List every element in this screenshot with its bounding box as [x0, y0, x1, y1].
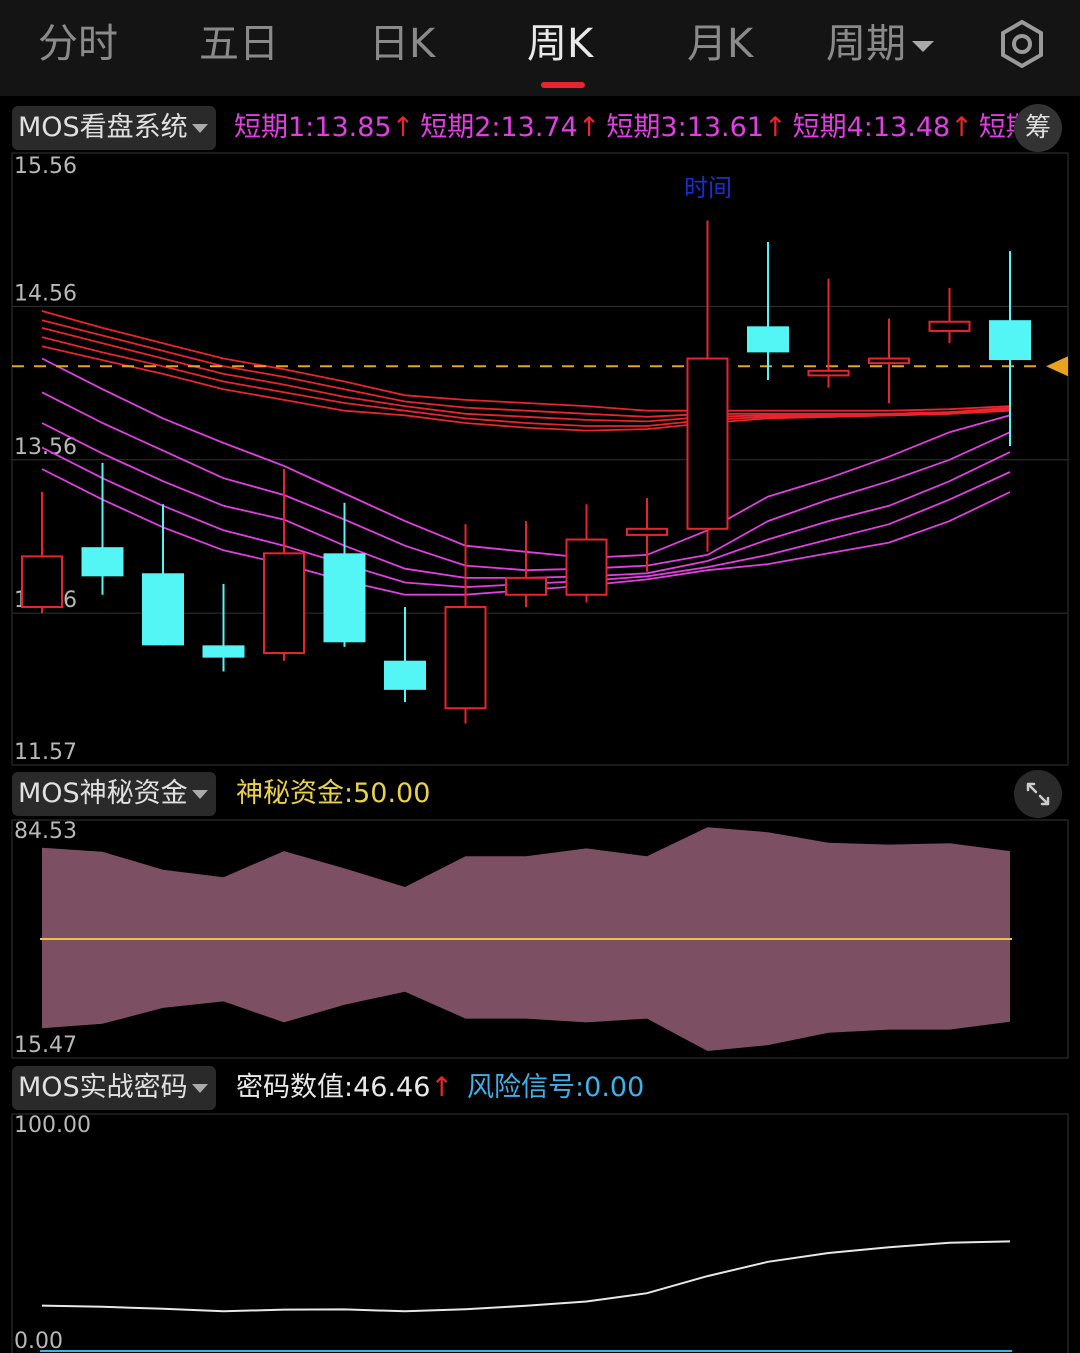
code-value: 46.46	[353, 1072, 431, 1103]
legend-value-2: 13.74	[500, 112, 578, 143]
y-tick-label: 84.53	[14, 819, 77, 844]
y-tick-label: 12.56	[14, 588, 77, 613]
tab-monthly-k[interactable]: 月K	[687, 18, 753, 70]
y-tick-label: 11.57	[14, 740, 77, 765]
red-ma-line-5	[41, 345, 1011, 432]
fund-band-area	[42, 827, 1010, 1051]
chart-annotation: 时间	[684, 174, 732, 202]
fund-indicator-header: MOS神秘资金 神秘资金:50.00	[0, 766, 1080, 822]
red-ma-line-1	[41, 310, 1011, 412]
ma-legend: 短期1:13.85↑ 短期2:13.74↑ 短期3:13.61↑ 短期4:13.48↑…	[234, 108, 1050, 148]
main-indicator-selector[interactable]: MOS看盘系统	[12, 106, 216, 150]
period-dropdown-label: 周期	[826, 21, 906, 67]
settings-gear-icon[interactable]	[996, 18, 1048, 70]
magenta-ma-line-2	[41, 391, 1011, 572]
legend-value-1: 13.85	[314, 112, 392, 143]
legend-value-4: 13.48	[872, 112, 951, 143]
current-price-marker-icon	[1046, 356, 1068, 377]
candle-body-down	[989, 320, 1031, 361]
risk-signal-value: 0.00	[584, 1072, 645, 1103]
fund-legend-label: 神秘资金:	[236, 778, 354, 809]
up-arrow-icon: ↑	[577, 112, 601, 143]
candle-body-down	[747, 326, 789, 353]
code-indicator-name: MOS实战密码	[18, 1072, 188, 1103]
y-tick-label: 0.00	[14, 1329, 63, 1353]
magenta-ma-line-3	[41, 422, 1011, 579]
code-legend: 密码数值:46.46↑ 风险信号:0.00	[236, 1068, 644, 1108]
red-ma-line-3	[41, 327, 1011, 423]
stock-chart: 15.56 14.56 13.56 12.56 11.57 84.53 15.47 100.0…	[11, 152, 1069, 1353]
main-chart-frame	[11, 152, 1069, 766]
active-tab-indicator	[541, 82, 585, 88]
up-arrow-icon: ↑	[763, 112, 787, 143]
legend-label-2: 短期2:	[420, 112, 501, 143]
candle-body-up	[686, 357, 729, 530]
candle-body-up	[868, 357, 910, 365]
chevron-down-icon	[912, 40, 934, 52]
y-tick-label: 13.56	[14, 435, 77, 460]
tab-period-dropdown[interactable]: 周期	[826, 18, 934, 70]
candle-body-down	[384, 660, 426, 690]
red-ma-line-2	[41, 319, 1011, 418]
code-indicator-selector[interactable]: MOS实战密码	[12, 1066, 216, 1110]
code-chart-frame	[11, 1113, 1069, 1353]
code-value-label: 密码数值:	[236, 1072, 354, 1103]
risk-signal-label: 风险信号:	[467, 1072, 585, 1103]
magenta-ma-line-4	[41, 446, 1011, 589]
candle-body-up	[263, 552, 305, 655]
chevron-down-icon	[191, 124, 208, 133]
tab-daily-k[interactable]: 日K	[369, 18, 435, 70]
fund-indicator-selector[interactable]: MOS神秘资金	[12, 772, 216, 816]
up-arrow-icon: ↑	[950, 112, 973, 143]
candle-body-down	[202, 645, 245, 658]
candle-body-up	[565, 538, 608, 596]
legend-value-3: 13.61	[686, 112, 764, 143]
magenta-ma-line-1	[41, 357, 1011, 559]
y-tick-label: 15.56	[14, 154, 77, 179]
candle-body-up	[626, 527, 668, 536]
candle-body-up	[928, 320, 971, 332]
period-tab-bar: 分时 五日 日K 周K 月K 周期	[0, 0, 1080, 96]
up-arrow-icon: ↑	[430, 1072, 454, 1103]
magenta-ma-line-5	[41, 468, 1011, 596]
candle-body-up	[444, 606, 487, 710]
candle-body-down	[142, 573, 184, 646]
legend-label-4: 短期4:	[792, 112, 873, 143]
legend-label-3: 短期3:	[606, 112, 687, 143]
fund-legend: 神秘资金:50.00	[236, 774, 430, 814]
legend-label-1: 短期1:	[234, 112, 315, 143]
code-indicator-header: MOS实战密码 密码数值:46.46↑ 风险信号:0.00	[0, 1060, 1080, 1116]
main-indicator-header: MOS看盘系统 短期1:13.85↑ 短期2:13.74↑ 短期3:13.61↑ 短期…	[0, 100, 1080, 156]
y-tick-label: 14.56	[14, 281, 77, 306]
candle-body-up	[807, 369, 850, 377]
candle-body-up	[505, 576, 547, 596]
chevron-down-icon	[191, 1084, 208, 1093]
code-value-line	[41, 1240, 1011, 1313]
y-tick-label: 15.47	[14, 1033, 77, 1058]
y-tick-label: 100.00	[14, 1113, 91, 1138]
tab-intraday[interactable]: 分时	[38, 18, 118, 70]
fund-legend-value: 50.00	[353, 778, 431, 809]
candle-body-down	[323, 553, 366, 643]
up-arrow-icon: ↑	[391, 112, 415, 143]
expand-icon[interactable]	[1014, 770, 1062, 818]
main-indicator-name: MOS看盘系统	[18, 112, 188, 143]
fund-chart-frame	[11, 819, 1069, 1059]
red-ma-line-4	[41, 336, 1011, 427]
tab-five-day[interactable]: 五日	[199, 18, 279, 70]
candle-body-up	[21, 555, 63, 609]
fund-indicator-name: MOS神秘资金	[18, 778, 188, 809]
candle-body-down	[81, 547, 124, 577]
chevron-down-icon	[191, 790, 208, 799]
tab-weekly-k[interactable]: 周K	[527, 18, 593, 70]
chip-distribution-button[interactable]: 筹	[1014, 104, 1062, 152]
